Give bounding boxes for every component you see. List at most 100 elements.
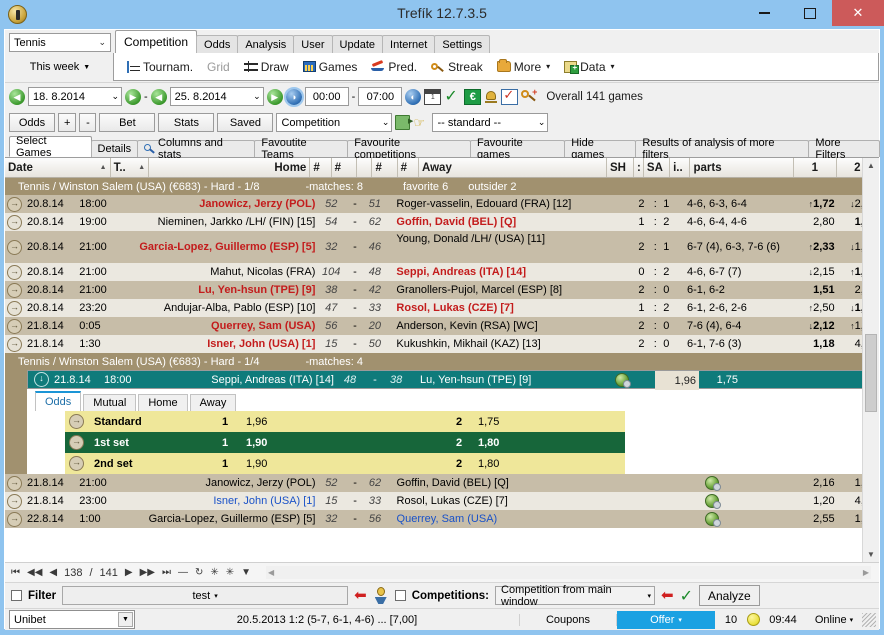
row-expand-button[interactable]: → <box>5 299 24 317</box>
hscroll-left-icon[interactable]: ◀ <box>266 566 276 579</box>
grid-button[interactable]: Grid <box>200 55 237 79</box>
table-row[interactable]: → 20.8.14 21:00 Lu, Yen-hsun (TPE) [9] 3… <box>5 281 879 299</box>
cell-globe[interactable] <box>633 492 792 510</box>
detail-tab-away[interactable]: Away <box>189 394 237 411</box>
grid-vertical-scrollbar[interactable]: ▲ ▼ <box>862 158 879 562</box>
maximize-button[interactable] <box>787 0 832 26</box>
column-header-odds1[interactable]: 1 <box>794 158 837 177</box>
table-row[interactable]: → 20.8.14 21:00 Mahut, Nicolas (FRA) 104… <box>5 263 879 281</box>
detail-tab-home[interactable]: Home <box>138 394 188 411</box>
cell-globe[interactable] <box>589 371 655 388</box>
award-icon[interactable] <box>373 587 389 604</box>
nav-last-button[interactable]: ⏭ <box>162 567 171 578</box>
check-icon[interactable]: ✓ <box>680 586 693 606</box>
date-from-next-button[interactable]: ▶ <box>125 88 141 105</box>
bet-button[interactable]: Bet <box>99 113 156 132</box>
minus-button[interactable]: - <box>79 113 97 132</box>
column-header-hash3[interactable]: # <box>372 158 398 177</box>
table-row[interactable]: → 22.8.14 1:00 Garcia-Lopez, Guillermo (… <box>5 510 879 528</box>
column-header-hash2[interactable]: # <box>332 158 357 177</box>
date-from-input[interactable]: 18. 8.2014 ⌄ <box>28 87 122 106</box>
grid-horizontal-scrollbar[interactable]: ◀ ▶ <box>266 566 871 579</box>
odds-button[interactable]: Odds <box>9 113 55 132</box>
tab-analysis[interactable]: Analysis <box>237 35 295 53</box>
table-row[interactable]: → 20.8.14 18:00 Janowicz, Jerzy (POL) 52… <box>5 195 879 213</box>
nav-next-page-button[interactable]: ▶▶ <box>140 567 155 578</box>
scroll-down-button[interactable]: ▼ <box>863 547 879 562</box>
cell-odds1[interactable]: ↑ 2,33 <box>792 231 837 263</box>
row-expand-button[interactable]: → <box>5 213 24 231</box>
nav-star-button[interactable]: ✳ <box>210 567 218 578</box>
stats-button[interactable]: Stats <box>158 113 215 132</box>
table-row[interactable]: → 21.8.14 0:05 Querrey, Sam (USA) 56 - 2… <box>5 317 879 335</box>
cell-odds1[interactable]: ↓ 2,12 <box>792 317 837 335</box>
tab-settings[interactable]: Settings <box>434 35 491 53</box>
offer-button[interactable]: Offer ▾ <box>617 610 715 629</box>
column-header-sh[interactable]: SH <box>607 158 635 177</box>
column-header-colon[interactable]: : <box>634 158 644 177</box>
chevron-down-icon[interactable]: ▼ <box>118 612 133 627</box>
odds-row-2nd-set[interactable]: → 2nd set 1 1,90 2 1,80 <box>65 453 625 474</box>
detail-tab-odds[interactable]: Odds <box>35 391 82 411</box>
analyze-button[interactable]: Analyze <box>699 585 760 606</box>
time-from-input[interactable]: 00:00 <box>304 87 349 106</box>
scroll-up-button[interactable]: ▲ <box>863 158 879 173</box>
row-expand-button[interactable]: → <box>5 335 24 353</box>
data-button[interactable]: + Data ▾ <box>557 55 621 79</box>
tab-user[interactable]: User <box>293 35 333 53</box>
table-row[interactable]: → 20.8.14 21:00 Garcia-Lopez, Guillermo … <box>5 231 879 263</box>
tab-update[interactable]: Update <box>331 35 384 53</box>
bookmaker-select[interactable]: Unibet ▼ <box>9 610 135 629</box>
nav-first-button[interactable]: ⏮ <box>11 567 20 578</box>
saved-button[interactable]: Saved <box>217 113 274 132</box>
cell-odds1[interactable]: ↑ 2,50 <box>792 299 837 317</box>
nav-star2-button[interactable]: ✳ <box>226 567 234 578</box>
column-header-i[interactable]: i.. <box>670 158 691 177</box>
table-row[interactable]: → 20.8.14 23:20 Andujar-Alba, Pablo (ESP… <box>5 299 879 317</box>
more-button[interactable]: More ▾ <box>490 55 557 79</box>
date-from-prev-button[interactable]: ◀ <box>9 88 25 105</box>
table-row[interactable]: → 20.8.14 19:00 Nieminen, Jarkko /LH/ (F… <box>5 213 879 231</box>
nav-prev-button[interactable]: ◀ <box>49 567 57 578</box>
nav-next-button[interactable]: ▶ <box>125 567 133 578</box>
cell-odds1[interactable]: ↓ 2,15 <box>792 263 837 281</box>
left-arrow-icon[interactable]: ⬅ <box>354 588 367 603</box>
coupons-button[interactable]: Coupons <box>519 613 617 626</box>
cell-odds1[interactable]: 1,96 <box>655 371 699 390</box>
date-to-next-button[interactable]: ▶ <box>266 88 283 105</box>
draw-button[interactable]: Draw <box>237 55 296 79</box>
cell-odds1[interactable]: ↑ 1,72 <box>792 195 837 213</box>
filter-checkbox[interactable] <box>11 590 22 601</box>
column-header-away[interactable]: Away <box>419 158 607 177</box>
scrollbar-thumb[interactable] <box>865 334 877 412</box>
tab-favourite-teams[interactable]: Favoutite Teams <box>254 137 349 161</box>
nav-refresh-button[interactable]: ↻ <box>195 567 203 578</box>
competition-select[interactable]: Competition from main window ▾ <box>495 584 656 608</box>
row-expand-button[interactable]: → <box>5 492 24 510</box>
streak-button[interactable]: Streak <box>424 55 490 79</box>
export-icon[interactable] <box>395 115 413 130</box>
cell-globe[interactable] <box>633 510 792 528</box>
sport-select[interactable]: Tennis ⌄ <box>9 33 111 52</box>
cell-odds1[interactable]: 2,55 <box>792 510 837 528</box>
tab-competition[interactable]: Competition <box>115 30 198 53</box>
plus-button[interactable]: + <box>58 113 77 132</box>
table-row[interactable]: → 21.8.14 1:30 Isner, John (USA) [1] 15 … <box>5 335 879 353</box>
row-expand-button[interactable]: → <box>5 231 24 263</box>
tab-hide-games[interactable]: Hide games <box>564 137 637 161</box>
date-to-prev-button[interactable]: ◀ <box>150 88 167 105</box>
column-header-parts[interactable]: parts <box>690 158 795 177</box>
cell-odds2[interactable]: 1,75 <box>699 371 741 388</box>
row-expand-button[interactable]: → <box>5 474 24 492</box>
group-header-row[interactable]: Tennis / Winston Salem (USA) (€683) - Ha… <box>5 178 879 195</box>
column-header-sa[interactable]: SA <box>644 158 671 177</box>
bell-icon[interactable] <box>484 89 498 104</box>
row-expand-button[interactable]: → <box>5 317 24 335</box>
online-status[interactable]: Online ▾ <box>806 614 862 626</box>
test-filter-button[interactable]: test ▾ <box>62 586 349 605</box>
cell-odds1[interactable]: 2,80 <box>792 213 837 231</box>
time-from-button[interactable]: ◑ <box>283 86 304 107</box>
tournament-button[interactable]: Tournam. <box>120 55 200 79</box>
table-row[interactable]: → 21.8.14 23:00 Isner, John (USA) [1] 15… <box>5 492 879 510</box>
column-header-hash1[interactable]: # <box>310 158 332 177</box>
